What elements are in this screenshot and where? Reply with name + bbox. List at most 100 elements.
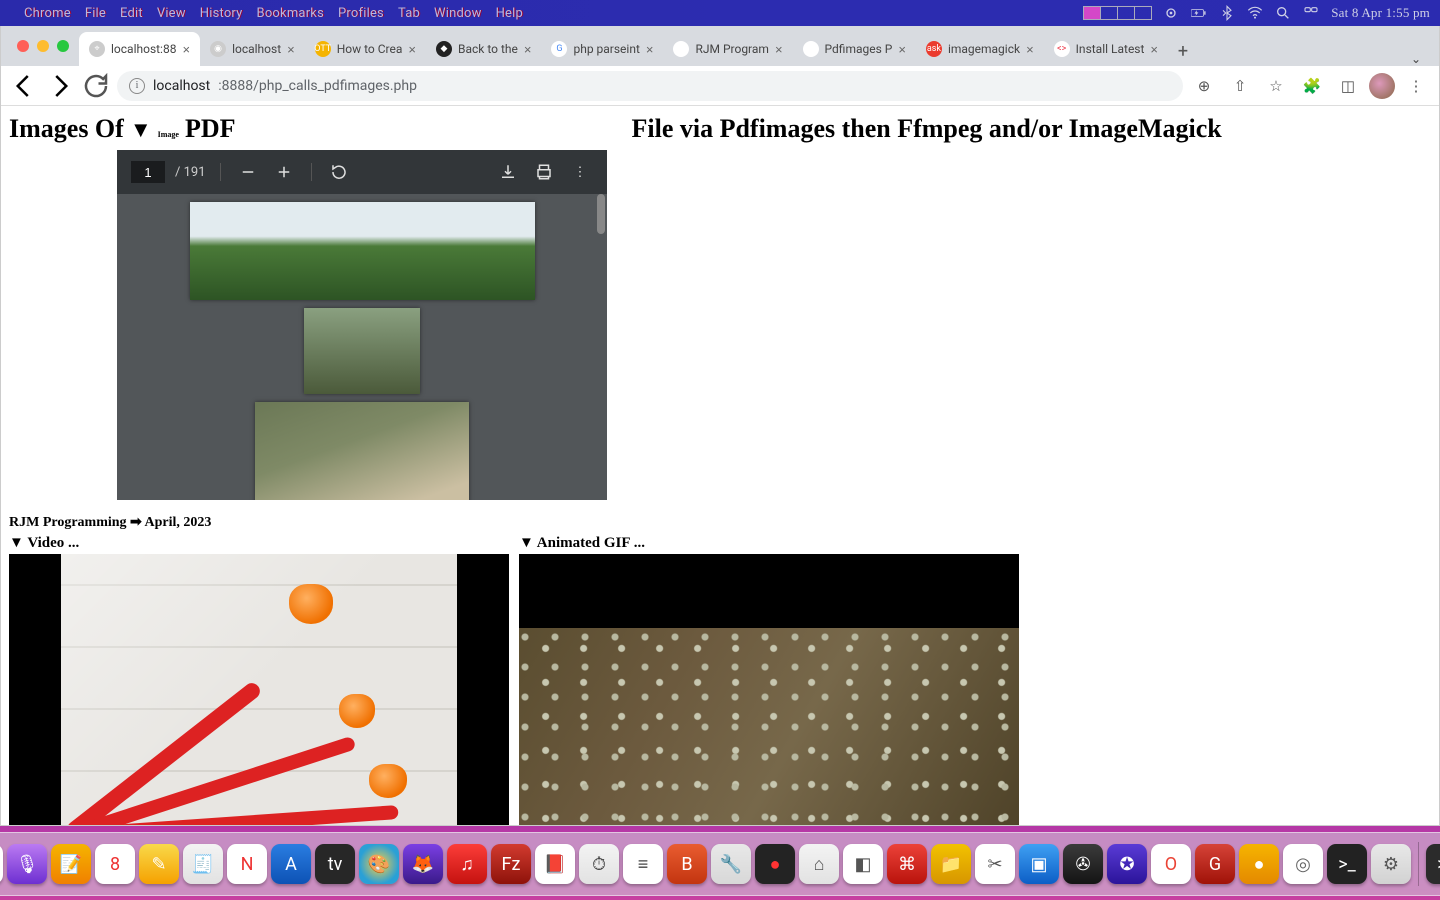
tab-close-icon[interactable]: × xyxy=(1026,42,1034,57)
dock-app[interactable]: ⚙ xyxy=(1371,844,1411,884)
tab-close-icon[interactable]: × xyxy=(898,42,906,57)
dock-app[interactable]: >_ xyxy=(1426,844,1440,884)
window-minimize-button[interactable] xyxy=(37,40,49,52)
dock-app[interactable]: ▣ xyxy=(1019,844,1059,884)
menubar-file[interactable]: File xyxy=(85,6,106,21)
menubar-tab[interactable]: Tab xyxy=(398,6,420,21)
menubar-history[interactable]: History xyxy=(200,6,243,21)
screen-record-icon[interactable] xyxy=(1163,5,1179,21)
control-center-icon[interactable] xyxy=(1303,5,1319,21)
dock-app[interactable]: tv xyxy=(315,844,355,884)
dock-app[interactable]: ✇ xyxy=(1063,844,1103,884)
pdf-page-area[interactable] xyxy=(117,194,607,500)
browser-tab[interactable]: ✎RJM Program× xyxy=(663,32,792,66)
menubar-clock[interactable]: Sat 8 Apr 1:55 pm xyxy=(1331,5,1430,21)
bookmark-icon[interactable]: ☆ xyxy=(1261,71,1291,101)
tab-close-icon[interactable]: × xyxy=(408,42,416,57)
video-dropdown-icon[interactable]: ▼ xyxy=(9,535,24,551)
menubar-view[interactable]: View xyxy=(157,6,186,21)
extensions-icon[interactable]: 🧩 xyxy=(1297,71,1327,101)
browser-tab[interactable]: ◆Back to the × xyxy=(426,32,541,66)
tab-overflow-button[interactable]: ⌄ xyxy=(1399,52,1433,66)
dock-app[interactable]: A xyxy=(271,844,311,884)
dock-app[interactable]: 📝 xyxy=(51,844,91,884)
window-zoom-button[interactable] xyxy=(57,40,69,52)
dock-app[interactable]: N xyxy=(227,844,267,884)
dock-app[interactable]: G xyxy=(1195,844,1235,884)
battery-icon[interactable] xyxy=(1191,5,1207,21)
dock-app[interactable]: ✂ xyxy=(975,844,1015,884)
dock-app[interactable]: Fz xyxy=(491,844,531,884)
menubar-edit[interactable]: Edit xyxy=(120,6,143,21)
dock-app[interactable]: ≡ xyxy=(623,844,663,884)
pdf-download-icon[interactable] xyxy=(495,163,521,181)
browser-tab[interactable]: OTTHow to Crea× xyxy=(305,32,426,66)
reload-button[interactable] xyxy=(81,71,111,101)
dock-app[interactable]: ◧ xyxy=(843,844,883,884)
menubar-app[interactable]: Chrome xyxy=(24,6,71,21)
pdf-print-icon[interactable] xyxy=(531,163,557,181)
dock-app[interactable]: ⌂ xyxy=(799,844,839,884)
pdf-zoom-in-icon[interactable] xyxy=(271,163,297,181)
heading-dropdown-icon[interactable]: ▼ xyxy=(130,117,152,143)
browser-tab[interactable]: askimagemagick× xyxy=(916,32,1044,66)
tab-close-icon[interactable]: × xyxy=(524,42,532,57)
chrome-menu-icon[interactable]: ⋮ xyxy=(1401,71,1431,101)
browser-tab[interactable]: <>Install Latest× xyxy=(1044,32,1168,66)
sidepanel-icon[interactable]: ◫ xyxy=(1333,71,1363,101)
tab-close-icon[interactable]: × xyxy=(646,42,654,57)
dock-app[interactable]: 🎨 xyxy=(359,844,399,884)
wifi-icon[interactable] xyxy=(1247,5,1263,21)
dock-app[interactable]: O xyxy=(1151,844,1191,884)
dock-app[interactable]: ✎ xyxy=(139,844,179,884)
dock-app[interactable]: ⌘ xyxy=(887,844,927,884)
dock-app[interactable]: 🦊 xyxy=(403,844,443,884)
dock-app[interactable]: 🎙 xyxy=(7,844,47,884)
desktop-indicator[interactable] xyxy=(1083,6,1151,20)
tab-close-icon[interactable]: × xyxy=(1150,42,1158,57)
browser-tab[interactable]: Gphp parseint× xyxy=(541,32,663,66)
dock-app[interactable]: ⏱ xyxy=(579,844,619,884)
menubar-profiles[interactable]: Profiles xyxy=(338,6,384,21)
dock-app[interactable]: 8 xyxy=(95,844,135,884)
dock-app[interactable]: >_ xyxy=(1327,844,1367,884)
share-icon[interactable]: ⇧ xyxy=(1225,71,1255,101)
forward-button[interactable] xyxy=(45,71,75,101)
animated-gif-viewer[interactable] xyxy=(519,554,1019,825)
dock-app[interactable]: 📕 xyxy=(535,844,575,884)
menubar-bookmarks[interactable]: Bookmarks xyxy=(257,6,325,21)
new-tab-button[interactable]: + xyxy=(1168,36,1198,66)
pdf-scrollbar[interactable] xyxy=(597,194,605,234)
address-bar[interactable]: i localhost:8888/php_calls_pdfimages.php xyxy=(117,71,1183,101)
tab-close-icon[interactable]: × xyxy=(182,42,190,57)
zoom-icon[interactable]: ⊕ xyxy=(1189,71,1219,101)
menubar-window[interactable]: Window xyxy=(434,6,482,21)
profile-avatar[interactable] xyxy=(1369,73,1395,99)
tab-close-icon[interactable]: × xyxy=(775,42,783,57)
pdf-page-input[interactable] xyxy=(131,161,165,183)
back-button[interactable] xyxy=(9,71,39,101)
dock-app[interactable]: ● xyxy=(755,844,795,884)
search-icon[interactable] xyxy=(1275,5,1291,21)
browser-tab[interactable]: ◉localhost× xyxy=(200,32,305,66)
dock-app[interactable]: 🔧 xyxy=(711,844,751,884)
dock-app[interactable]: B xyxy=(667,844,707,884)
video-player[interactable] xyxy=(9,554,509,825)
bluetooth-icon[interactable] xyxy=(1219,5,1235,21)
dock-app[interactable]: ♫ xyxy=(447,844,487,884)
menubar-help[interactable]: Help xyxy=(496,6,523,21)
pdf-zoom-out-icon[interactable] xyxy=(235,163,261,181)
gif-dropdown-icon[interactable]: ▼ xyxy=(519,535,534,551)
dock-app[interactable]: ◎ xyxy=(1283,844,1323,884)
dock-app[interactable]: ✪ xyxy=(1107,844,1147,884)
pdf-rotate-icon[interactable] xyxy=(326,163,352,181)
site-info-icon[interactable]: i xyxy=(129,78,145,94)
browser-tab[interactable]: ⌖localhost:88× xyxy=(79,32,200,66)
pdf-more-icon[interactable]: ⋮ xyxy=(567,165,593,180)
dock-app[interactable]: ● xyxy=(1239,844,1279,884)
dock-app[interactable]: 🧾 xyxy=(183,844,223,884)
tab-close-icon[interactable]: × xyxy=(287,42,295,57)
browser-tab[interactable]: ✎Pdfimages P× xyxy=(793,32,916,66)
dock-app[interactable]: 📁 xyxy=(931,844,971,884)
window-close-button[interactable] xyxy=(17,40,29,52)
